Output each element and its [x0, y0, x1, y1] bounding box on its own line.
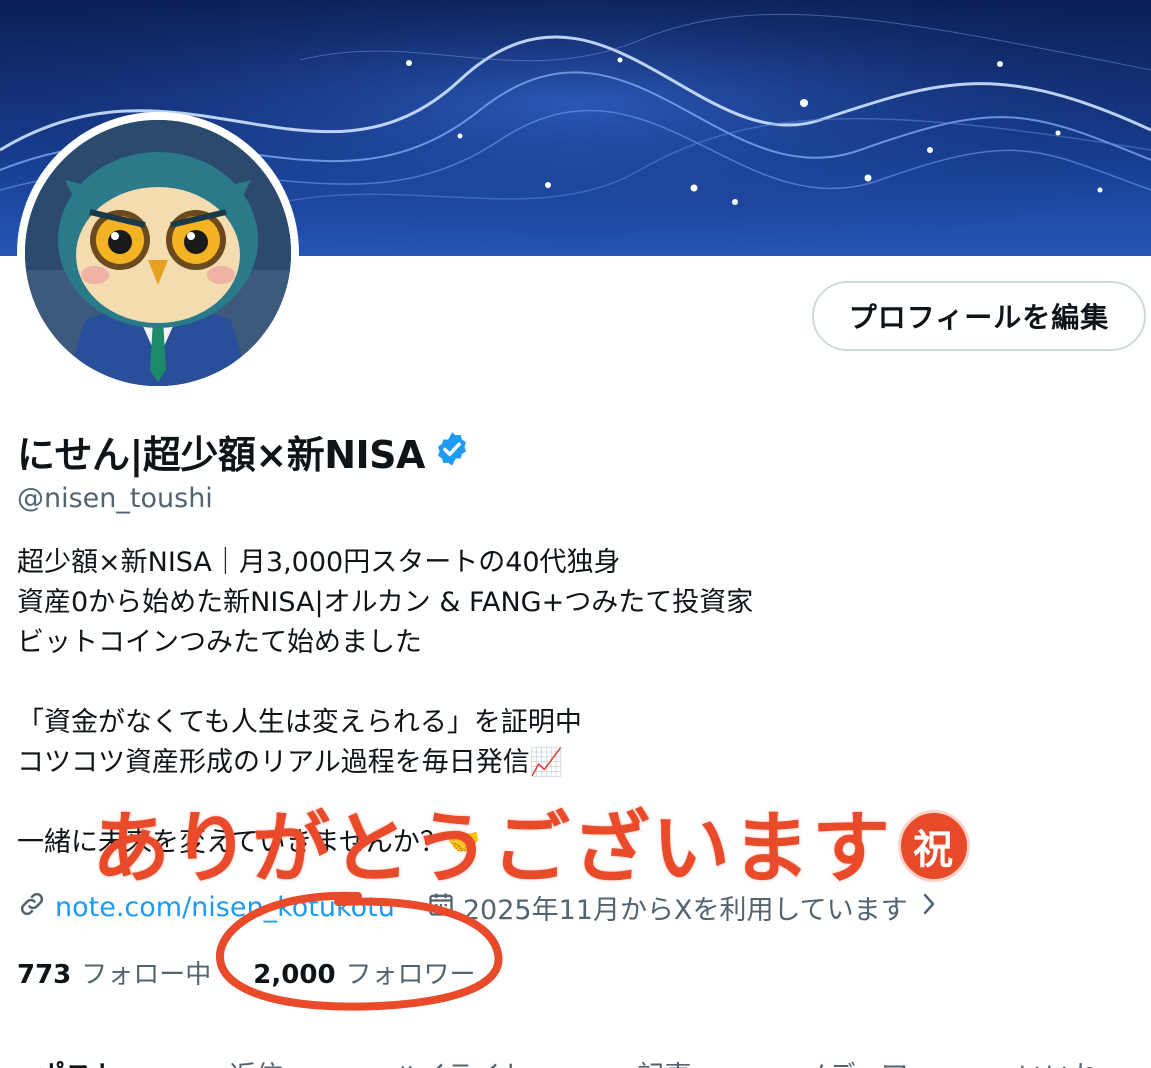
profile-name-row: にせん|超少額×新NISA	[17, 424, 471, 478]
verified-badge-icon[interactable]	[433, 430, 471, 472]
avatar[interactable]	[25, 120, 291, 386]
tab-articles[interactable]: 記事	[637, 1046, 691, 1068]
thank-you-overlay: ありがとうございます祝	[92, 786, 971, 898]
owl-avatar-image	[25, 120, 291, 386]
bio-line: 超少額×新NISA｜月3,000円スタートの40代独身	[17, 547, 621, 578]
tab-likes[interactable]: いいね	[1018, 1046, 1099, 1068]
tab-media[interactable]: メディア	[801, 1046, 907, 1068]
bio-line	[17, 663, 1137, 703]
bio-line: コツコツ資産形成のリアル過程を毎日発信📈	[17, 747, 564, 778]
bio-line: ビットコインつみたて始めました	[17, 627, 422, 658]
display-name: にせん|超少額×新NISA	[17, 432, 425, 477]
thank-you-message: ありがとうございます	[92, 804, 893, 894]
profile-tabs: ポスト 返信 ハイライト 記事 メディア いいね	[0, 1046, 1151, 1068]
following-count: 773	[17, 959, 72, 990]
avatar-frame[interactable]	[17, 112, 299, 394]
tab-posts[interactable]: ポスト	[38, 1046, 119, 1068]
link-icon	[17, 889, 47, 926]
bio-line: 資産0から始めた新NISA|オルカン & FANG+つみたて投資家	[17, 587, 754, 618]
following-link[interactable]: 773 フォロー中	[17, 954, 211, 991]
edit-profile-button[interactable]: プロフィールを編集	[812, 281, 1146, 351]
tab-highlights[interactable]: ハイライト	[393, 1046, 527, 1068]
celebration-stamp-icon: 祝	[898, 809, 971, 882]
following-label: フォロー中	[81, 959, 212, 990]
tab-replies[interactable]: 返信	[229, 1046, 283, 1068]
bio-line: 「資金がなくても人生は変えられる」を証明中	[17, 707, 582, 738]
followers-highlight-circle	[216, 891, 503, 1011]
user-handle: @nisen_toushi	[17, 483, 213, 514]
